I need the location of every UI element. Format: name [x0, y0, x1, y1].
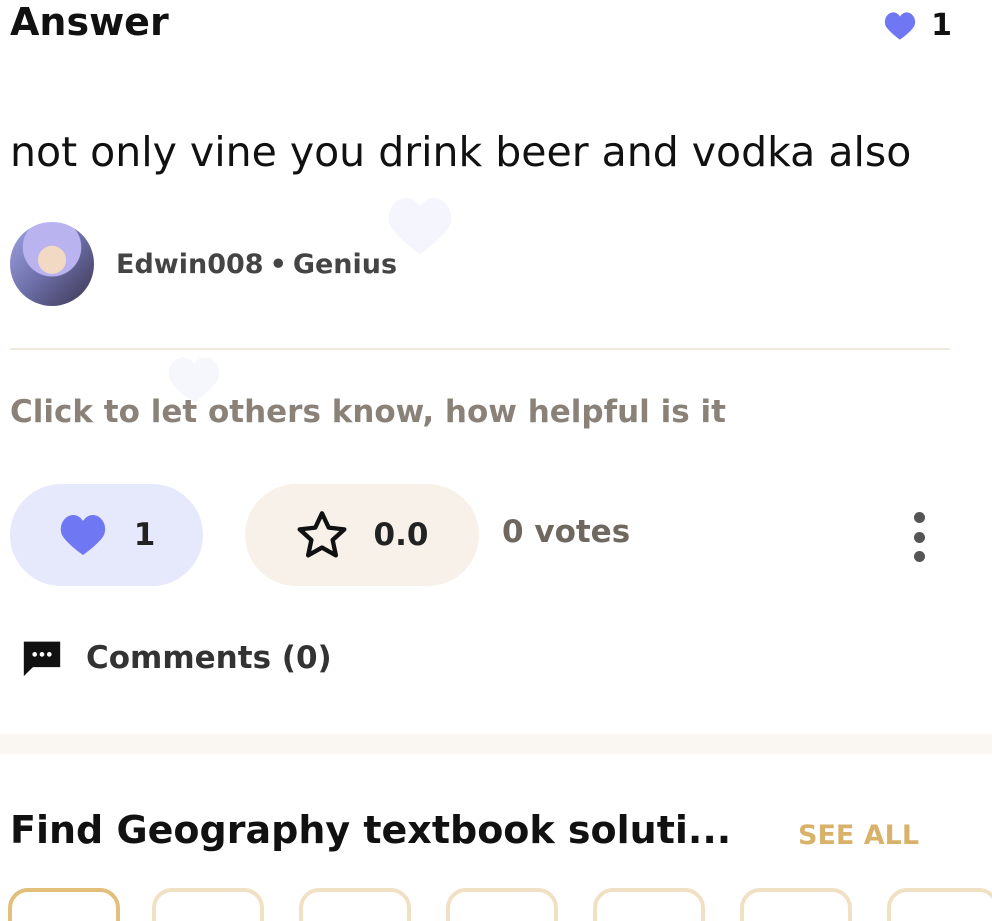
- header-like-counter[interactable]: 1: [883, 8, 952, 43]
- textbooks-title: Find Geography textbook soluti...: [10, 808, 732, 852]
- like-button[interactable]: 1: [10, 484, 203, 586]
- rating-value: 0.0: [373, 517, 429, 553]
- divider: [10, 348, 950, 350]
- avatar[interactable]: [10, 222, 94, 306]
- menu-dot: [913, 512, 925, 523]
- like-count: 1: [931, 8, 952, 43]
- see-all-link[interactable]: SEE ALL: [798, 820, 919, 851]
- answer-text: not only vine you drink beer and vodka a…: [10, 128, 912, 176]
- heart-icon: [885, 11, 916, 40]
- comments-button[interactable]: Comments (0): [20, 638, 332, 678]
- like-button-count: 1: [133, 517, 156, 553]
- more-vertical-icon[interactable]: [907, 512, 931, 562]
- helpful-prompt: Click to let others know, how helpful is…: [10, 394, 726, 430]
- author-meta: Edwin008 • Genius: [116, 249, 397, 280]
- textbook-card[interactable]: [152, 888, 264, 921]
- rate-button[interactable]: 0.0: [245, 484, 479, 586]
- menu-dot: [913, 531, 925, 543]
- menu-dot: [913, 551, 925, 562]
- author-info[interactable]: Edwin008 • Genius: [10, 222, 397, 306]
- section-separator: [0, 734, 992, 754]
- textbook-card[interactable]: [299, 888, 411, 921]
- textbook-card[interactable]: [8, 888, 120, 921]
- textbook-card[interactable]: [446, 888, 558, 921]
- author-name[interactable]: Edwin008: [116, 249, 264, 280]
- textbook-card[interactable]: [887, 888, 992, 921]
- author-separator: •: [269, 248, 287, 280]
- comment-bubble-icon: [23, 641, 61, 677]
- textbook-carousel: [4, 888, 992, 921]
- textbook-card[interactable]: [593, 888, 705, 921]
- textbook-card[interactable]: [740, 888, 852, 921]
- section-title: Answer: [10, 0, 169, 44]
- heart-icon: [60, 515, 105, 555]
- answer-page: Answer 1 not only vine you drink beer an…: [0, 0, 992, 921]
- votes-count: 0 votes: [502, 514, 631, 550]
- comments-label: Comments (0): [86, 640, 332, 676]
- author-rank: Genius: [292, 248, 398, 280]
- star-icon: [297, 511, 347, 558]
